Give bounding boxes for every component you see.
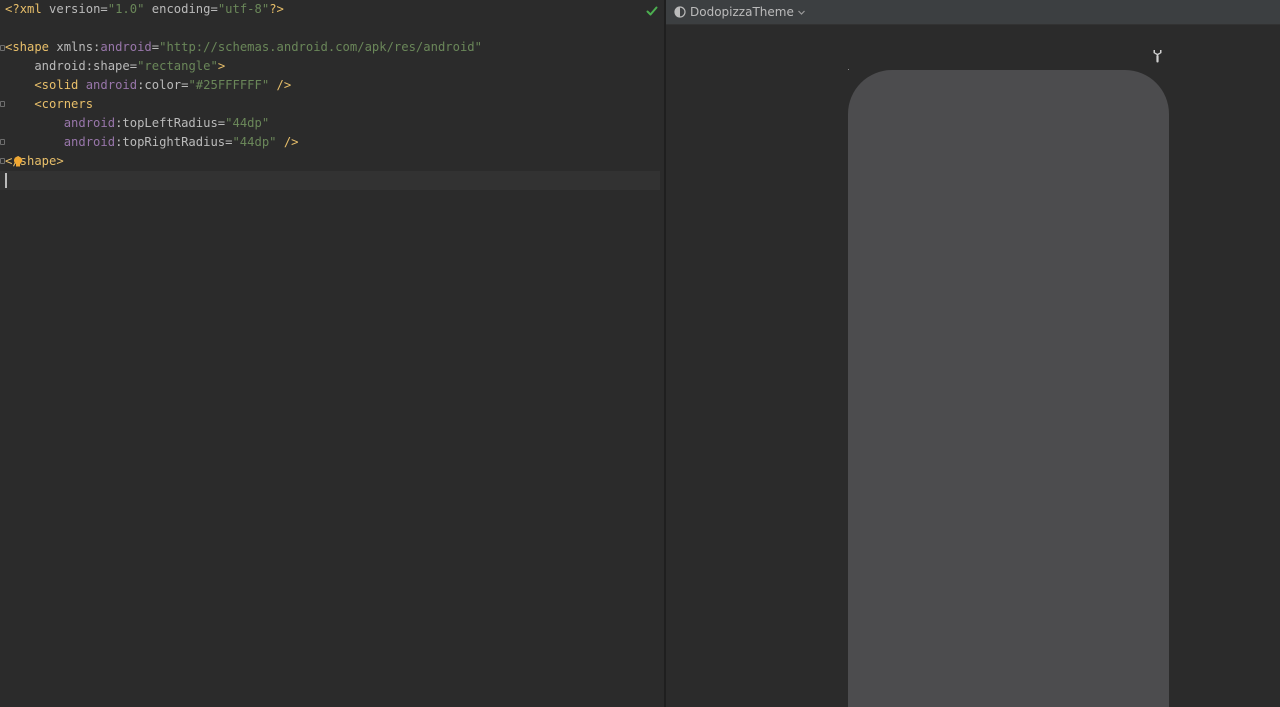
code-token: <solid bbox=[5, 78, 86, 92]
code-token: <corners bbox=[5, 97, 94, 111]
code-token: android bbox=[5, 135, 116, 149]
code-area[interactable]: <?xml version="1.0" encoding="utf-8"?> <s… bbox=[0, 0, 660, 190]
code-token: :topRightRadius bbox=[115, 135, 226, 149]
xml-editor[interactable]: <?xml version="1.0" encoding="utf-8"?> <s… bbox=[0, 0, 664, 707]
shape-preview bbox=[848, 70, 1169, 707]
code-line[interactable] bbox=[0, 171, 660, 190]
text-caret bbox=[5, 173, 7, 188]
code-token: "#25FFFFFF" bbox=[188, 78, 270, 92]
theme-circle-icon bbox=[674, 6, 686, 18]
code-token: ?> bbox=[269, 2, 284, 16]
code-token: "1.0" bbox=[107, 2, 145, 16]
preview-pane: DodopizzaTheme bbox=[666, 0, 1280, 707]
code-token: = bbox=[100, 2, 108, 16]
preview-origin-marker bbox=[848, 69, 849, 70]
code-line[interactable]: <solid android:color="#25FFFFFF" /> bbox=[5, 76, 660, 95]
code-token: version bbox=[41, 2, 101, 16]
code-token: xml bbox=[19, 2, 42, 16]
code-token: :topLeftRadius bbox=[115, 116, 218, 130]
code-token: android:shape bbox=[5, 59, 130, 73]
code-line[interactable]: android:topRightRadius="44dp" /> bbox=[5, 133, 660, 152]
code-token: xmlns: bbox=[56, 40, 101, 54]
code-token: "44dp" bbox=[225, 116, 270, 130]
theme-label: DodopizzaTheme bbox=[690, 5, 794, 19]
code-token: = bbox=[210, 2, 218, 16]
code-token: :color bbox=[137, 78, 182, 92]
code-line[interactable]: <corners bbox=[5, 95, 660, 114]
fold-marker[interactable] bbox=[0, 158, 5, 164]
code-token: android bbox=[5, 116, 116, 130]
code-token: <shape bbox=[5, 40, 57, 54]
code-token: <? bbox=[5, 2, 20, 16]
ide-window: <?xml version="1.0" encoding="utf-8"?> <s… bbox=[0, 0, 1280, 707]
bulb-icon[interactable] bbox=[13, 156, 23, 167]
wrench-icon[interactable] bbox=[1152, 49, 1163, 63]
code-token: = bbox=[129, 59, 138, 73]
check-icon[interactable] bbox=[645, 4, 659, 18]
code-token: android bbox=[85, 78, 138, 92]
fold-marker[interactable] bbox=[0, 45, 5, 51]
code-token: "utf-8" bbox=[217, 2, 270, 16]
code-token: "http://schemas.android.com/apk/res/andr… bbox=[159, 40, 482, 54]
fold-marker[interactable] bbox=[0, 101, 5, 107]
code-token: /> bbox=[276, 135, 299, 149]
code-line[interactable]: android:shape="rectangle"> bbox=[5, 57, 660, 76]
code-token: "rectangle" bbox=[137, 59, 218, 73]
code-line[interactable]: <shape xmlns:android="http://schemas.and… bbox=[5, 38, 660, 57]
code-line[interactable]: <?xml version="1.0" encoding="utf-8"?> bbox=[5, 0, 660, 19]
chevron-down-icon bbox=[797, 10, 805, 15]
code-line[interactable]: </shape> bbox=[5, 152, 660, 171]
preview-toolbar: DodopizzaTheme bbox=[666, 0, 1280, 25]
code-token: encoding bbox=[144, 2, 211, 16]
fold-marker[interactable] bbox=[0, 139, 5, 145]
code-line[interactable] bbox=[5, 19, 660, 38]
theme-picker[interactable]: DodopizzaTheme bbox=[674, 2, 806, 22]
code-token: /> bbox=[269, 78, 292, 92]
code-token: android bbox=[100, 40, 152, 54]
code-token: "44dp" bbox=[232, 135, 277, 149]
code-line[interactable]: android:topLeftRadius="44dp" bbox=[5, 114, 660, 133]
code-token: > bbox=[217, 59, 226, 73]
